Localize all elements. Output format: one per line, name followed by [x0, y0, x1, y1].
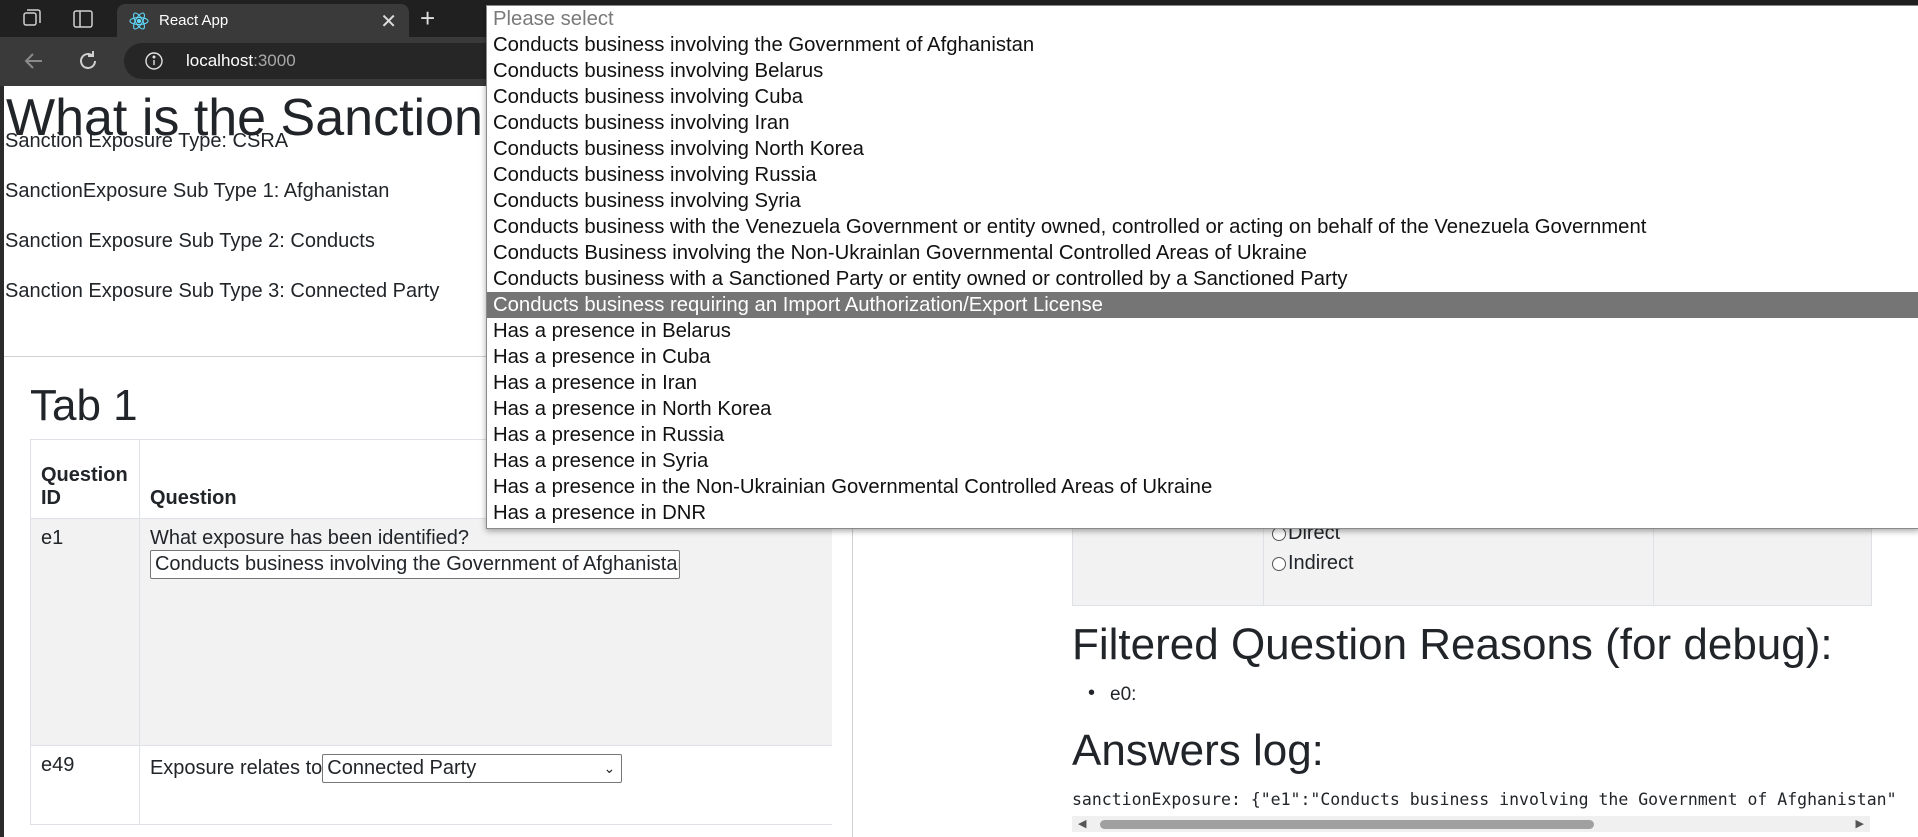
- dropdown-option[interactable]: Has a presence in Syria: [487, 448, 1918, 474]
- dropdown-option[interactable]: Has a presence in DNR: [487, 500, 1918, 526]
- question-text: What exposure has been identified?: [149, 527, 470, 549]
- react-logo-icon: [129, 11, 149, 31]
- radio-indirect[interactable]: Indirect: [1272, 552, 1354, 575]
- chevron-down-icon: ⌄: [603, 760, 616, 776]
- exposure-dropdown-list: Please select Conducts business involving…: [486, 5, 1918, 529]
- url-text: localhost:3000: [186, 51, 296, 70]
- dropdown-option[interactable]: Has a presence in Iran: [487, 370, 1918, 396]
- site-info-icon[interactable]: [144, 51, 164, 71]
- refresh-icon[interactable]: [74, 47, 102, 75]
- sub-type-1-text: SanctionExposure Sub Type 1: Afghanistan: [5, 180, 390, 202]
- debug-heading: Filtered Question Reasons (for debug):: [1072, 620, 1833, 669]
- dropdown-option[interactable]: Conducts business involving Iran: [487, 110, 1918, 136]
- horizontal-scrollbar[interactable]: ◀ ▶: [1072, 816, 1870, 832]
- dropdown-option[interactable]: Conducts business involving Russia: [487, 162, 1918, 188]
- dropdown-option[interactable]: Conducts business involving Syria: [487, 188, 1918, 214]
- scrollbar-thumb[interactable]: [1100, 820, 1594, 829]
- tab-heading: Tab 1: [30, 381, 138, 430]
- table-row: e49 Exposure relates to Connected Party ⌄: [30, 745, 832, 825]
- browser-tab-active[interactable]: React App ✕: [117, 4, 409, 37]
- question-id-cell: e1: [30, 518, 140, 746]
- tab-title: React App: [159, 12, 229, 29]
- dropdown-option[interactable]: Conducts business with a Sanctioned Part…: [487, 266, 1918, 292]
- dropdown-placeholder-option[interactable]: Please select: [487, 6, 1918, 32]
- exposure-select[interactable]: Conducts business involving the Governme…: [149, 550, 680, 579]
- question-id-cell: e49: [30, 745, 140, 825]
- dropdown-option[interactable]: Conducts business with the Venezuela Gov…: [487, 214, 1918, 240]
- question-cell: What exposure has been identified?Conduc…: [138, 518, 832, 746]
- vertical-tabs-icon[interactable]: [72, 8, 94, 30]
- back-arrow-icon[interactable]: [20, 47, 48, 75]
- dropdown-option[interactable]: Has a presence in the Non-Ukrainian Gove…: [487, 474, 1918, 500]
- dropdown-option[interactable]: Has a presence in Russia: [487, 422, 1918, 448]
- answers-log-heading: Answers log:: [1072, 726, 1324, 775]
- radio-button[interactable]: [1272, 556, 1286, 571]
- table-row: e1 What exposure has been identified?Con…: [30, 518, 832, 746]
- dropdown-option[interactable]: Conducts business involving the Governme…: [487, 32, 1918, 58]
- new-tab-button[interactable]: +: [420, 3, 435, 34]
- dropdown-option[interactable]: Conducts business involving Cuba: [487, 84, 1918, 110]
- radio-label: Indirect: [1288, 552, 1354, 574]
- panel-divider: [852, 514, 853, 837]
- exposure-type-text: Sanction Exposure Type: CSRA: [5, 130, 289, 152]
- dropdown-option[interactable]: Has a presence in North Korea: [487, 396, 1918, 422]
- scroll-left-arrow-icon[interactable]: ◀: [1078, 817, 1086, 830]
- sub-type-2-text: Sanction Exposure Sub Type 2: Conducts: [5, 230, 375, 252]
- dropdown-option[interactable]: Has a presence in Belarus: [487, 318, 1918, 344]
- question-text: Exposure relates to: [149, 756, 323, 779]
- dropdown-option[interactable]: Conducts business involving North Korea: [487, 136, 1918, 162]
- column-header-question-id: Question ID: [30, 439, 140, 519]
- list-item: e0:: [1088, 682, 1137, 706]
- dropdown-option[interactable]: Conducts Business involving the Non-Ukra…: [487, 240, 1918, 266]
- close-tab-icon[interactable]: ✕: [380, 9, 397, 34]
- sub-type-3-text: Sanction Exposure Sub Type 3: Connected …: [5, 280, 440, 302]
- answers-log-text: sanctionExposure: {"e1":"Conducts busine…: [1072, 790, 1897, 809]
- right-panel: Direct Indirect Filtered Question Reason…: [1072, 506, 1918, 837]
- dropdown-option[interactable]: Conducts business requiring an Import Au…: [487, 292, 1918, 318]
- workspaces-icon[interactable]: [20, 8, 42, 30]
- scroll-right-arrow-icon[interactable]: ▶: [1856, 817, 1864, 830]
- question-cell: Exposure relates to Connected Party ⌄: [138, 745, 832, 825]
- dropdown-option[interactable]: Conducts business involving Belarus: [487, 58, 1918, 84]
- dropdown-option[interactable]: Has a presence in Cuba: [487, 344, 1918, 370]
- relates-to-select[interactable]: Connected Party ⌄: [322, 754, 623, 783]
